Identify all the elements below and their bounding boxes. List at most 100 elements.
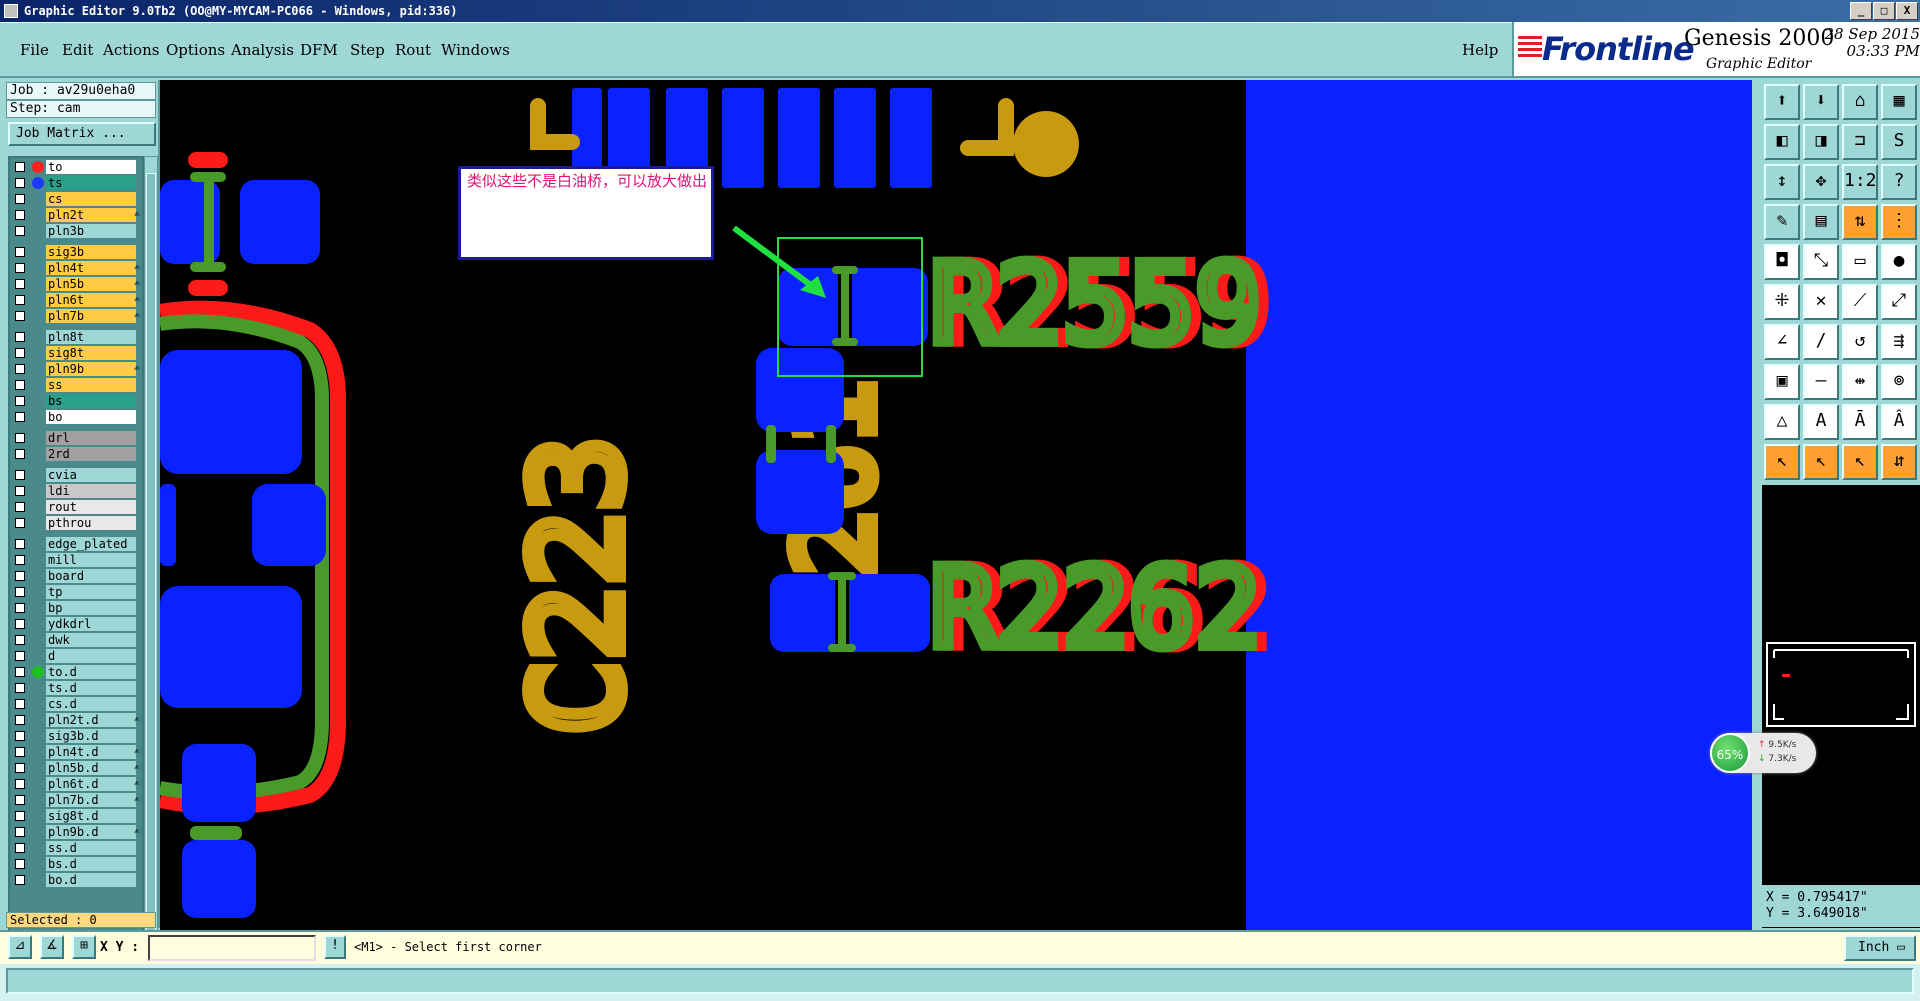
layer-name[interactable]: bo.d <box>46 873 136 887</box>
node-icon[interactable]: ⁜ <box>1764 284 1800 320</box>
overview-map[interactable] <box>1766 642 1916 727</box>
layer-row-rout[interactable]: rout <box>10 500 142 514</box>
layer-row-pln8t[interactable]: pln8t <box>10 330 142 344</box>
layer-checkbox[interactable] <box>15 811 25 821</box>
alert-icon[interactable]: ! <box>324 935 346 959</box>
minus-icon[interactable]: — <box>1803 364 1839 400</box>
layer-name[interactable]: cvia <box>46 468 136 482</box>
link-icon[interactable]: ⤢ <box>1881 284 1917 320</box>
layer-checkbox[interactable] <box>15 470 25 480</box>
width-icon[interactable]: ⇹ <box>1842 364 1878 400</box>
menu-rout[interactable]: Rout <box>395 41 431 59</box>
arc-icon[interactable]: ↺ <box>1842 324 1878 360</box>
unit-selector[interactable]: Inch ▭ <box>1844 935 1916 961</box>
layer-checkbox[interactable] <box>15 827 25 837</box>
layer-name[interactable]: pln7b <box>46 309 136 323</box>
layer-name[interactable]: bs.d <box>46 857 136 871</box>
layer-checkbox[interactable] <box>15 412 25 422</box>
pointer-select-icon[interactable]: ↖ <box>1803 444 1839 480</box>
menu-windows[interactable]: Windows <box>441 41 510 59</box>
layer-checkbox[interactable] <box>15 263 25 273</box>
layer-checkbox[interactable] <box>15 683 25 693</box>
pointer-area-icon[interactable]: ↖ <box>1842 444 1878 480</box>
layer-row-bs-d[interactable]: bs.d <box>10 857 142 871</box>
layer-name[interactable]: ts <box>46 176 136 190</box>
angle-mode-icon[interactable]: ∡ <box>40 935 64 959</box>
layer-row-pln2t-d[interactable]: pln2t.d ✍ <box>10 713 142 727</box>
layer-checkbox[interactable] <box>15 571 25 581</box>
layer-checkbox[interactable] <box>15 364 25 374</box>
layer-checkbox[interactable] <box>15 859 25 869</box>
triangle-b-icon[interactable]: Ā <box>1842 404 1878 440</box>
menu-step[interactable]: Step <box>350 41 385 59</box>
layer-checkbox[interactable] <box>15 635 25 645</box>
layer-row-pln6t-d[interactable]: pln6t.d ✍ <box>10 777 142 791</box>
layer-name[interactable]: pln2t.d <box>46 713 136 727</box>
layer-checkbox[interactable] <box>15 779 25 789</box>
layer-name[interactable]: d <box>46 649 136 663</box>
layer-name[interactable]: board <box>46 569 136 583</box>
layer-name[interactable]: sig3b <box>46 245 136 259</box>
layer-name[interactable]: to <box>46 160 136 174</box>
cross-icon[interactable]: ✕ <box>1803 284 1839 320</box>
menu-edit[interactable]: Edit <box>62 41 93 59</box>
layer-row-2rd[interactable]: 2rd <box>10 447 142 461</box>
layer-name[interactable]: edge_plated <box>46 537 136 551</box>
layer-row-ldi[interactable]: ldi <box>10 484 142 498</box>
layer-row-board[interactable]: board <box>10 569 142 583</box>
layer-checkbox[interactable] <box>15 555 25 565</box>
layer-checkbox[interactable] <box>15 311 25 321</box>
layer-checkbox[interactable] <box>15 348 25 358</box>
layer-checkbox[interactable] <box>15 843 25 853</box>
layer-name[interactable]: drl <box>46 431 136 445</box>
layer-row-d[interactable]: d <box>10 649 142 663</box>
layer-name[interactable]: pln7b.d <box>46 793 136 807</box>
layer-name[interactable]: pln8t <box>46 330 136 344</box>
s-route-icon[interactable]: S <box>1881 124 1917 160</box>
layer-checkbox[interactable] <box>15 763 25 773</box>
layer-checkbox[interactable] <box>15 162 25 172</box>
layer-checkbox[interactable] <box>15 449 25 459</box>
menu-file[interactable]: File <box>20 41 49 59</box>
layer-row-pln7b[interactable]: pln7b ✍ <box>10 309 142 323</box>
layer-checkbox[interactable] <box>15 396 25 406</box>
slash-icon[interactable]: / <box>1803 324 1839 360</box>
layer-name[interactable]: bo <box>46 410 136 424</box>
layer-row-sig3b[interactable]: sig3b <box>10 245 142 259</box>
layer-checkbox[interactable] <box>15 747 25 757</box>
close-button[interactable]: X <box>1896 2 1918 20</box>
layer-name[interactable]: pln2t <box>46 208 136 222</box>
layer-row-dwk[interactable]: dwk <box>10 633 142 647</box>
layer-checkbox[interactable] <box>15 518 25 528</box>
layer-row-to[interactable]: to <box>10 160 142 174</box>
xy-input[interactable] <box>148 935 316 961</box>
route-icon[interactable]: ⇵ <box>1881 444 1917 480</box>
connect-icon[interactable]: ⋮ <box>1881 204 1917 240</box>
layer-row-drl[interactable]: drl <box>10 431 142 445</box>
layer-name[interactable]: sig8t.d <box>46 809 136 823</box>
layer-row-ts-d[interactable]: ts.d <box>10 681 142 695</box>
layer-row-sig8t[interactable]: sig8t <box>10 346 142 360</box>
layer-name[interactable]: bp <box>46 601 136 615</box>
layer-name[interactable]: pln5b <box>46 277 136 291</box>
circle-icon[interactable]: ● <box>1881 244 1917 280</box>
layer-row-pln7b-d[interactable]: pln7b.d ✍ <box>10 793 142 807</box>
layer-checkbox[interactable] <box>15 699 25 709</box>
zoom-left-icon[interactable]: ◧ <box>1764 124 1800 160</box>
triangle-a-icon[interactable]: A <box>1803 404 1839 440</box>
layer-name[interactable]: sig8t <box>46 346 136 360</box>
layer-name[interactable]: pln9b.d <box>46 825 136 839</box>
layer-checkbox[interactable] <box>15 587 25 597</box>
pad-icon[interactable]: ◘ <box>1764 244 1800 280</box>
scale-icon[interactable]: 1:2 <box>1842 164 1878 200</box>
home-icon[interactable]: ⌂ <box>1842 84 1878 120</box>
layer-row-bs[interactable]: bs <box>10 394 142 408</box>
layer-name[interactable]: pln6t.d <box>46 777 136 791</box>
layer-checkbox[interactable] <box>15 731 25 741</box>
menu-actions[interactable]: Actions <box>103 41 159 59</box>
layer-checkbox[interactable] <box>15 651 25 661</box>
layer-row-to-d[interactable]: to.d <box>10 665 142 679</box>
layer-row-pln4t-d[interactable]: pln4t.d ✍ <box>10 745 142 759</box>
maximize-button[interactable]: □ <box>1873 2 1895 20</box>
angle-icon[interactable]: ∠ <box>1764 324 1800 360</box>
